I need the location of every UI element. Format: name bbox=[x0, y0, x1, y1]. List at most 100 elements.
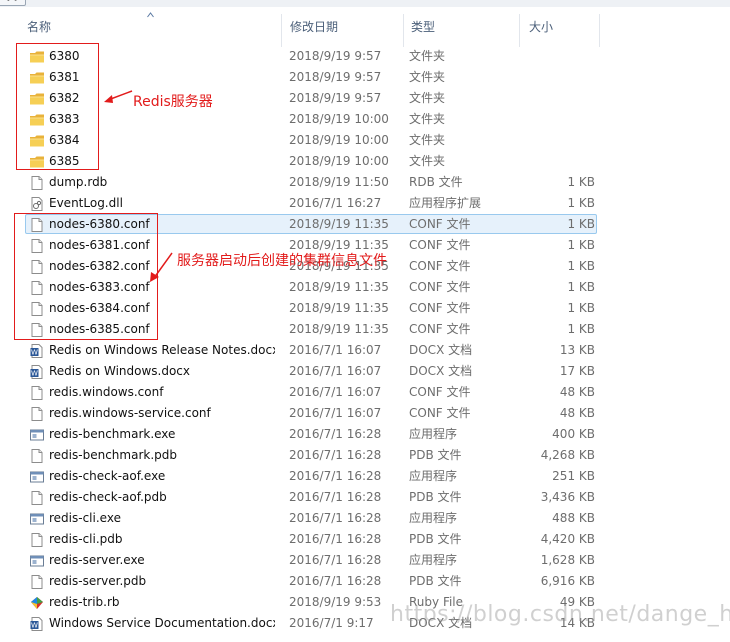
watermark: https://blog.csdn.net/dange_h bbox=[390, 602, 730, 627]
file-size bbox=[520, 130, 595, 151]
file-date: 2018/9/19 10:00 bbox=[289, 133, 389, 147]
file-row[interactable]: 6381 2018/9/19 9:57 文件夹 bbox=[0, 67, 730, 88]
file-date: 2016/7/1 16:07 bbox=[289, 385, 382, 399]
file-size: 400 KB bbox=[552, 427, 595, 441]
file-date: 2018/9/19 9:57 bbox=[289, 70, 382, 84]
window-tab-stub[interactable]: 夹 bbox=[0, 0, 26, 6]
file-name: redis-server.exe bbox=[49, 553, 145, 567]
file-date: 2018/9/19 11:35 bbox=[289, 217, 389, 231]
file-date: 2016/7/1 16:28 bbox=[289, 448, 382, 462]
file-date: 2018/9/19 9:57 bbox=[289, 91, 382, 105]
file-size: 4,420 KB bbox=[540, 532, 595, 546]
cluster-files-arrow bbox=[150, 252, 173, 282]
file-row[interactable]: redis.windows.conf 2016/7/1 16:07 CONF 文件 4… bbox=[0, 382, 730, 403]
file-date: 2018/9/19 9:53 bbox=[289, 595, 382, 609]
file-row[interactable]: redis-benchmark.pdb 2016/7/1 16:28 PDB 文件 4… bbox=[0, 445, 730, 466]
file-type: 文件夹 bbox=[409, 154, 446, 168]
file-type: DOCX 文档 bbox=[409, 364, 473, 378]
file-date: 2016/7/1 16:28 bbox=[289, 511, 382, 525]
dll-icon bbox=[29, 196, 45, 212]
file-date: 2016/7/1 16:07 bbox=[289, 364, 382, 378]
file-size bbox=[520, 67, 595, 88]
servers-highlight-box bbox=[16, 43, 99, 170]
file-type: 文件夹 bbox=[409, 49, 446, 63]
file-type: PDB 文件 bbox=[409, 532, 462, 546]
file-name: EventLog.dll bbox=[49, 196, 123, 210]
file-row[interactable]: 6385 2018/9/19 10:00 文件夹 bbox=[0, 151, 730, 172]
file-date: 2018/9/19 10:00 bbox=[289, 154, 389, 168]
file-name: redis-benchmark.exe bbox=[49, 427, 176, 441]
file-size bbox=[520, 88, 595, 109]
file-size: 1 KB bbox=[567, 175, 595, 189]
file-size: 1 KB bbox=[567, 196, 595, 210]
file-name: redis-check-aof.exe bbox=[49, 469, 166, 483]
exe-icon bbox=[29, 469, 45, 485]
file-row[interactable]: redis-check-aof.exe 2016/7/1 16:28 应用程序 251… bbox=[0, 466, 730, 487]
file-row[interactable]: redis.windows-service.conf 2016/7/1 16:07… bbox=[0, 403, 730, 424]
exe-icon bbox=[29, 553, 45, 569]
file-row[interactable]: W Redis on Windows Release Notes.docx 2016… bbox=[0, 340, 730, 361]
file-row[interactable]: dump.rdb 2018/9/19 11:50 RDB 文件 1 KB bbox=[0, 172, 730, 193]
file-type: CONF 文件 bbox=[409, 322, 471, 336]
file-type: 应用程序 bbox=[409, 427, 458, 441]
file-date: 2018/9/19 10:00 bbox=[289, 112, 389, 126]
file-date: 2016/7/1 16:28 bbox=[289, 553, 382, 567]
file-type: 应用程序 bbox=[409, 553, 458, 567]
file-row[interactable]: W Redis on Windows.docx 2016/7/1 16:07 DOCX… bbox=[0, 361, 730, 382]
file-size: 251 KB bbox=[552, 469, 595, 483]
file-icon bbox=[29, 532, 45, 548]
file-row[interactable]: redis-cli.exe 2016/7/1 16:28 应用程序 488 KB bbox=[0, 508, 730, 529]
file-size bbox=[520, 109, 595, 130]
file-date: 2018/9/19 11:35 bbox=[289, 301, 389, 315]
file-row[interactable]: 6380 2018/9/19 9:57 文件夹 bbox=[0, 46, 730, 67]
file-row[interactable]: redis-benchmark.exe 2016/7/1 16:28 应用程序 400… bbox=[0, 424, 730, 445]
column-size-header[interactable]: 大小 bbox=[520, 14, 600, 47]
column-type-header[interactable]: 类型 bbox=[402, 14, 520, 47]
file-row[interactable]: redis-server.pdb 2016/7/1 16:28 PDB 文件 6,91… bbox=[0, 571, 730, 592]
file-date: 2016/7/1 16:28 bbox=[289, 574, 382, 588]
file-type: CONF 文件 bbox=[409, 259, 471, 273]
file-size: 17 KB bbox=[559, 364, 595, 378]
file-name: redis-cli.pdb bbox=[49, 532, 123, 546]
file-size: 3,436 KB bbox=[540, 490, 595, 504]
file-row[interactable]: EventLog.dll 2016/7/1 16:27 应用程序扩展 1 KB bbox=[0, 193, 730, 214]
file-type: CONF 文件 bbox=[409, 301, 471, 315]
file-type: 文件夹 bbox=[409, 70, 446, 84]
file-row[interactable]: redis-cli.pdb 2016/7/1 16:28 PDB 文件 4,420 K… bbox=[0, 529, 730, 550]
file-date: 2016/7/1 9:17 bbox=[289, 616, 374, 630]
file-type: CONF 文件 bbox=[409, 238, 471, 252]
file-date: 2018/9/19 11:35 bbox=[289, 280, 389, 294]
file-size: 6,916 KB bbox=[540, 574, 595, 588]
file-size: 4,268 KB bbox=[540, 448, 595, 462]
cluster-files-annotation-label: 服务器启动后创建的集群信息文件 bbox=[177, 253, 387, 269]
file-size: 1 KB bbox=[567, 322, 595, 336]
file-type: CONF 文件 bbox=[409, 406, 471, 420]
servers-annotation-label: Redis服务器 bbox=[133, 94, 213, 110]
file-name: Windows Service Documentation.docx bbox=[49, 616, 275, 630]
file-name: redis-check-aof.pdb bbox=[49, 490, 167, 504]
svg-text:W: W bbox=[31, 370, 38, 378]
exe-icon bbox=[29, 427, 45, 443]
file-type: PDB 文件 bbox=[409, 574, 462, 588]
column-header: 名称 修改日期 类型 大小 bbox=[0, 7, 730, 47]
svg-text:W: W bbox=[31, 622, 38, 630]
svg-text:W: W bbox=[31, 349, 38, 357]
file-type: 应用程序 bbox=[409, 511, 458, 525]
file-icon bbox=[29, 175, 45, 191]
file-size: 48 KB bbox=[559, 385, 595, 399]
file-name: redis.windows-service.conf bbox=[49, 406, 211, 420]
file-row[interactable]: 6383 2018/9/19 10:00 文件夹 bbox=[0, 109, 730, 130]
file-size: 1 KB bbox=[567, 217, 595, 231]
file-name: dump.rdb bbox=[49, 175, 108, 189]
file-row[interactable]: redis-server.exe 2016/7/1 16:28 应用程序 1,628 … bbox=[0, 550, 730, 571]
file-size bbox=[520, 151, 595, 172]
file-row[interactable]: 6384 2018/9/19 10:00 文件夹 bbox=[0, 130, 730, 151]
file-type: RDB 文件 bbox=[409, 175, 463, 189]
file-icon bbox=[29, 574, 45, 590]
file-type: 文件夹 bbox=[409, 91, 446, 105]
cluster-files-highlight-box bbox=[14, 213, 158, 340]
file-row[interactable]: redis-check-aof.pdb 2016/7/1 16:28 PDB 文件 3… bbox=[0, 487, 730, 508]
file-icon bbox=[29, 490, 45, 506]
column-date-header[interactable]: 修改日期 bbox=[281, 14, 404, 47]
file-size: 1 KB bbox=[567, 280, 595, 294]
